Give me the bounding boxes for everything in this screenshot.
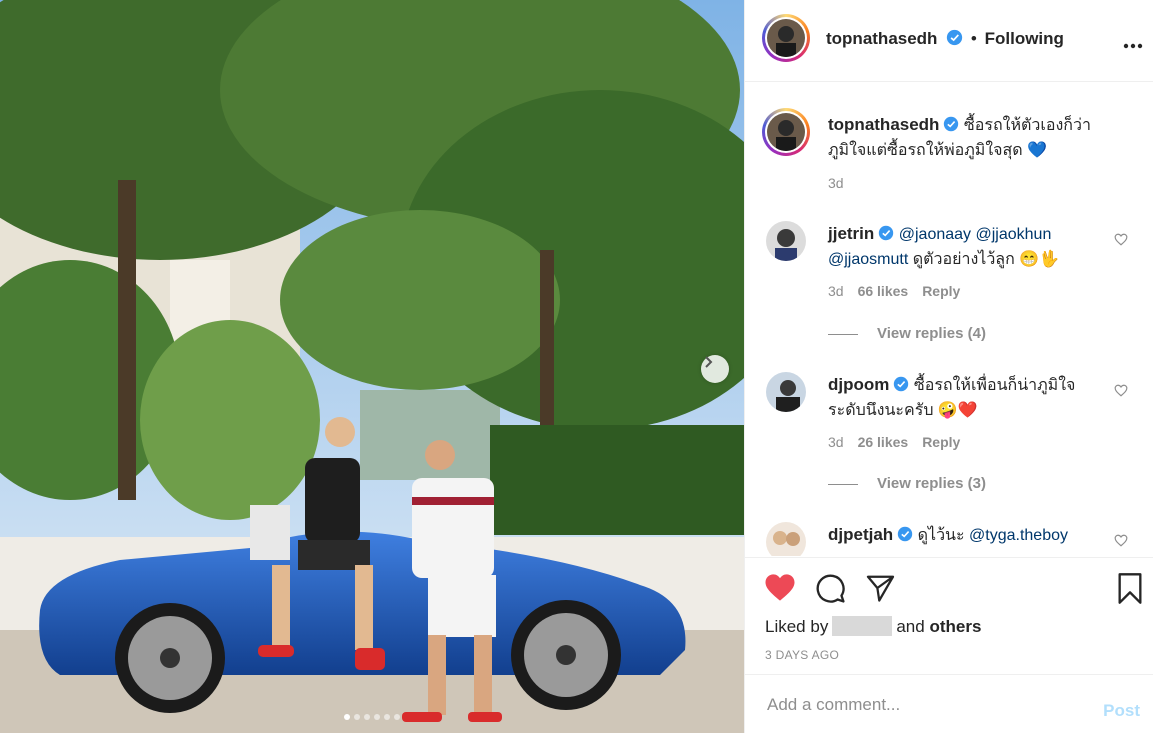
comment-item: jjetrin @jaonaay @jjaokhun @jjaosmutt ดู… [828, 222, 1103, 271]
like-comment-button[interactable] [1114, 534, 1128, 552]
caption-author-avatar[interactable] [762, 108, 810, 156]
header-separator: • [970, 29, 977, 48]
view-replies-label: View replies (4) [877, 325, 986, 342]
post-header: topnathasedh • Following [745, 0, 1153, 82]
comment-icon [816, 574, 845, 603]
verified-badge-icon [897, 526, 913, 549]
comment-likes[interactable]: 26 likes [858, 434, 909, 450]
like-button[interactable] [764, 573, 796, 607]
reply-button[interactable]: Reply [922, 283, 960, 299]
comment-time: 3d [828, 283, 844, 299]
redacted-username [832, 616, 893, 636]
mention-link[interactable]: @tyga.theboy [969, 527, 1068, 544]
view-replies-label: View replies (3) [877, 475, 986, 492]
like-comment-button[interactable] [1114, 233, 1128, 251]
comment-input[interactable] [765, 689, 1069, 721]
carousel-dot [384, 714, 390, 720]
comments-list[interactable]: topnathasedh ซื้อรถให้ตัวเองก็ว่าภูมิใจแ… [745, 82, 1153, 556]
comment-time: 3d [828, 434, 844, 450]
more-icon [1123, 43, 1143, 49]
share-button[interactable] [865, 573, 896, 608]
comment-item: djpetjah ดูไว้นะ @tyga.theboy [828, 523, 1103, 549]
post-side-panel: topnathasedh • Following topnathasedh ซื… [744, 0, 1153, 733]
caption-username[interactable]: topnathasedh [828, 115, 939, 134]
carousel-dot [364, 714, 370, 720]
caption-time: 3d [828, 175, 844, 191]
mention-link[interactable]: @jjaosmutt [828, 251, 908, 268]
replies-divider [828, 333, 858, 335]
comment-text: ดูตัวอย่างไว้ลูก 😁🖖 [912, 251, 1060, 268]
bookmark-icon [1118, 573, 1142, 604]
heart-outline-icon [1114, 384, 1128, 397]
post-timestamp[interactable]: 3 DAYS AGO [765, 648, 839, 662]
liked-by-prefix: Liked by [765, 617, 829, 636]
replies-divider [828, 483, 858, 485]
share-icon [866, 575, 895, 602]
following-button[interactable]: Following [985, 29, 1064, 48]
comment-meta: 3d 26 likes Reply [828, 434, 960, 450]
heart-filled-icon [765, 574, 795, 601]
author-avatar[interactable] [762, 14, 810, 62]
verified-badge-icon [878, 225, 894, 248]
view-replies-button[interactable]: View replies (4) [828, 325, 986, 342]
author-username[interactable]: topnathasedh [826, 29, 937, 48]
post-comment-button[interactable]: Post [1103, 701, 1140, 721]
carousel-dot [344, 714, 350, 720]
carousel-dot [394, 714, 400, 720]
more-options-button[interactable] [1123, 36, 1143, 54]
comment-likes[interactable]: 66 likes [858, 283, 909, 299]
carousel-dot [354, 714, 360, 720]
comment-item: djpoom ซื้อรถให้เพื่อนก็น่าภูมิใจระดับนึ… [828, 373, 1103, 422]
avatar-image [766, 372, 806, 412]
liked-by-middle: and [896, 617, 925, 636]
verified-badge-icon [946, 29, 963, 51]
header-user-line: topnathasedh • Following [826, 29, 1064, 51]
comment-meta: 3d 66 likes Reply [828, 283, 960, 299]
photo-illustration [0, 0, 744, 733]
carousel-indicator [0, 714, 744, 720]
others-link[interactable]: others [929, 617, 981, 636]
comment-text: ดูไว้นะ [917, 527, 965, 544]
mention-link[interactable]: @jjaokhun [976, 226, 1052, 243]
post-photo[interactable] [0, 0, 744, 733]
save-button[interactable] [1116, 573, 1144, 609]
comment-username[interactable]: djpetjah [828, 525, 893, 544]
heart-outline-icon [1114, 233, 1128, 246]
post-actions: Liked by and others 3 DAYS AGO [745, 557, 1153, 675]
likes-summary: Liked by and others [765, 616, 981, 637]
avatar-image [767, 19, 805, 57]
view-replies-button[interactable]: View replies (3) [828, 475, 986, 492]
mention-link[interactable]: @jaonaay [899, 226, 971, 243]
commenter-avatar[interactable] [766, 522, 806, 556]
avatar-image [766, 522, 806, 556]
commenter-avatar[interactable] [766, 221, 806, 261]
next-slide-button[interactable] [701, 355, 729, 383]
avatar-image [766, 221, 806, 261]
chevron-right-icon [705, 356, 713, 368]
verified-badge-icon [893, 376, 909, 399]
comment-username[interactable]: djpoom [828, 375, 889, 394]
add-comment-bar: Post [745, 674, 1153, 733]
avatar-image [767, 113, 805, 151]
comment-button[interactable] [815, 573, 846, 609]
carousel-dot [374, 714, 380, 720]
like-comment-button[interactable] [1114, 384, 1128, 402]
caption: topnathasedh ซื้อรถให้ตัวเองก็ว่าภูมิใจแ… [828, 113, 1103, 162]
verified-badge-icon [943, 116, 959, 139]
comment-username[interactable]: jjetrin [828, 224, 874, 243]
reply-button[interactable]: Reply [922, 434, 960, 450]
commenter-avatar[interactable] [766, 372, 806, 412]
heart-outline-icon [1114, 534, 1128, 547]
